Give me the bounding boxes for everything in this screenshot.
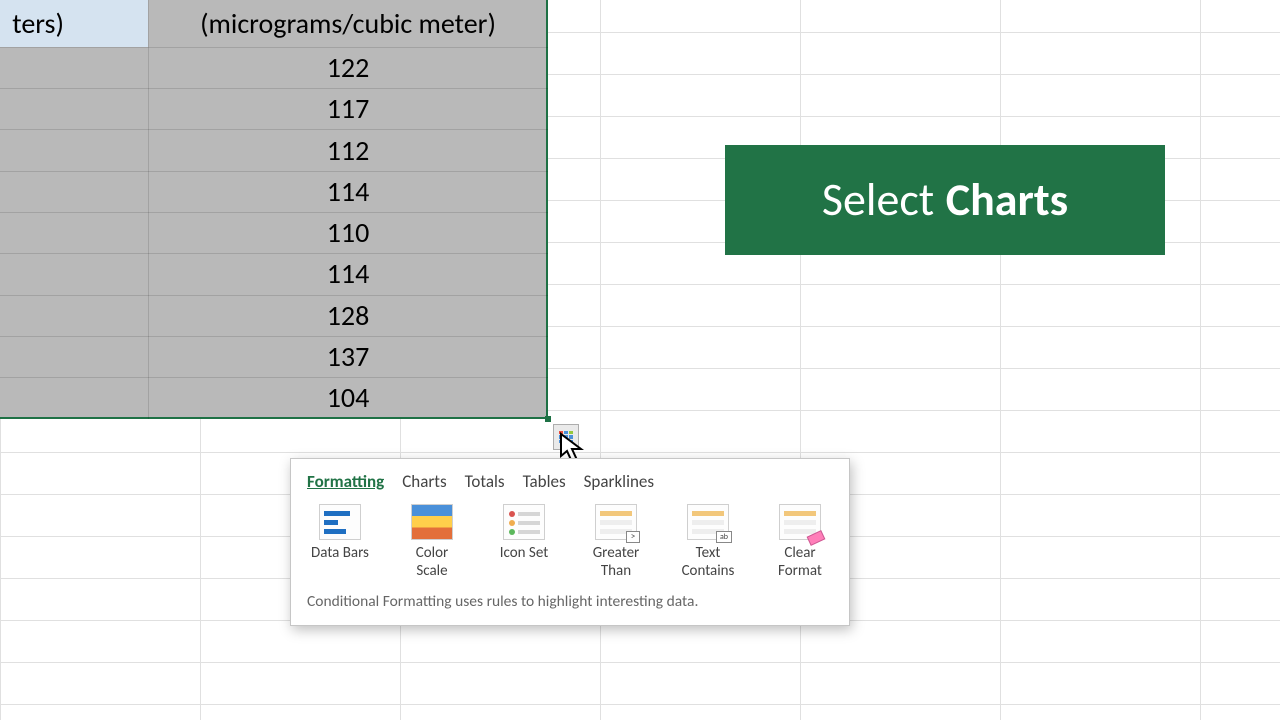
quick-analysis-button[interactable] — [553, 424, 579, 450]
column-header-right: (micrograms/cubic meter) — [148, 0, 548, 47]
quick-analysis-options: Data Bars Color Scale Icon Set > Greater… — [291, 498, 849, 584]
option-label: Text Contains — [682, 544, 735, 580]
option-label: Icon Set — [500, 544, 548, 562]
cell-value[interactable]: 122 — [148, 47, 548, 88]
cell-value[interactable]: 110 — [148, 212, 548, 253]
tab-tables[interactable]: Tables — [523, 471, 566, 492]
option-label: Data Bars — [311, 544, 369, 562]
option-icon-set[interactable]: Icon Set — [483, 504, 565, 580]
option-label: Color Scale — [416, 544, 449, 580]
quick-analysis-icon — [559, 431, 573, 443]
option-label: Greater Than — [593, 544, 640, 580]
text-contains-icon: ab — [687, 504, 729, 540]
option-color-scale[interactable]: Color Scale — [391, 504, 473, 580]
greater-than-icon: > — [595, 504, 637, 540]
cell-value[interactable]: 104 — [148, 377, 548, 418]
option-text-contains[interactable]: ab Text Contains — [667, 504, 749, 580]
instruction-banner: Select Charts — [725, 145, 1165, 255]
icon-set-icon — [503, 504, 545, 540]
data-bars-icon — [319, 504, 361, 540]
tab-sparklines[interactable]: Sparklines — [584, 471, 654, 492]
option-greater-than[interactable]: > Greater Than — [575, 504, 657, 580]
quick-analysis-panel: Formatting Charts Totals Tables Sparklin… — [290, 458, 850, 626]
tab-totals[interactable]: Totals — [465, 471, 505, 492]
quick-analysis-tabs: Formatting Charts Totals Tables Sparklin… — [291, 459, 849, 498]
banner-emphasis: Charts — [946, 172, 1068, 228]
cell-value[interactable]: 114 — [148, 171, 548, 212]
banner-prefix: Select — [822, 172, 934, 228]
cell-value[interactable]: 117 — [148, 88, 548, 129]
tab-formatting[interactable]: Formatting — [307, 471, 384, 492]
option-data-bars[interactable]: Data Bars — [299, 504, 381, 580]
cell-value[interactable]: 128 — [148, 295, 548, 336]
option-clear-format[interactable]: Clear Format — [759, 504, 841, 580]
quick-analysis-description: Conditional Formatting uses rules to hig… — [291, 584, 849, 625]
clear-format-icon — [779, 504, 821, 540]
option-label: Clear Format — [778, 544, 822, 580]
color-scale-icon — [411, 504, 453, 540]
cell-value[interactable]: 137 — [148, 336, 548, 377]
fill-handle[interactable] — [545, 416, 551, 422]
cell-value[interactable]: 112 — [148, 130, 548, 171]
column-header-left-fragment: ters) — [0, 0, 64, 47]
tab-charts[interactable]: Charts — [402, 471, 446, 492]
cell-value[interactable]: 114 — [148, 253, 548, 294]
data-column: 122 117 112 114 110 114 128 137 104 — [148, 47, 548, 419]
